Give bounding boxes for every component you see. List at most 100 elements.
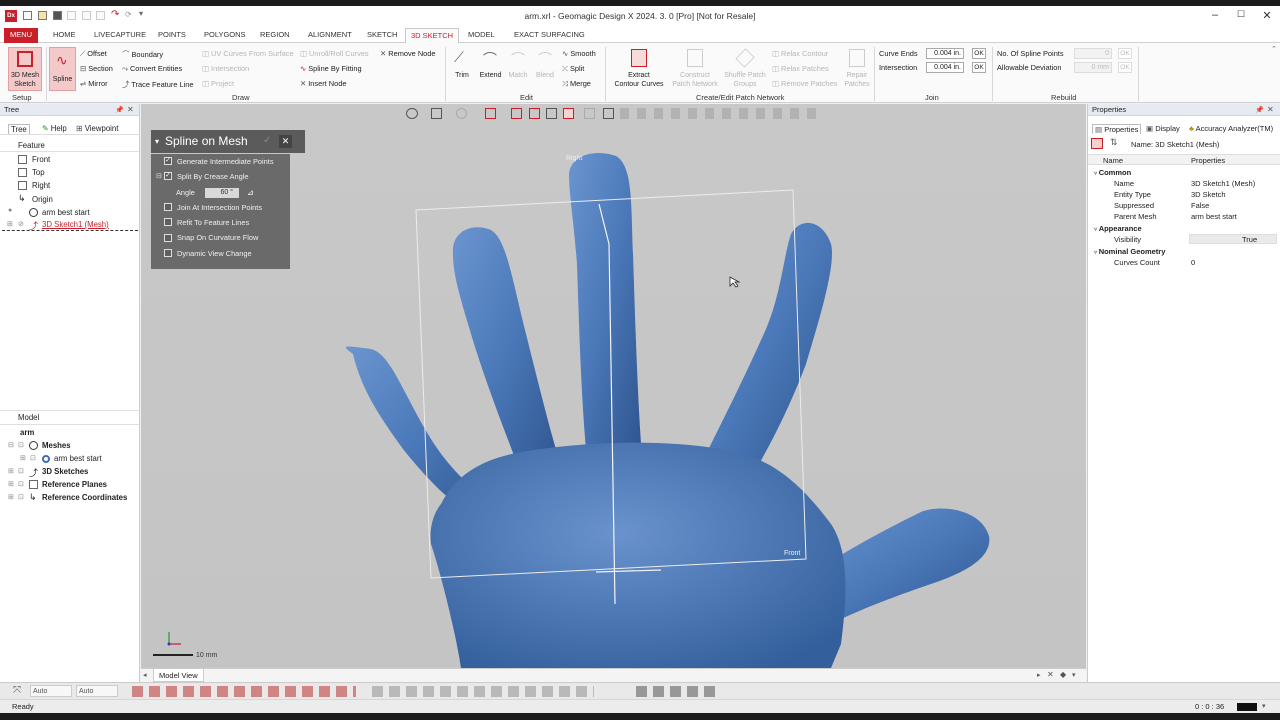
offset-button[interactable]: ⟋ Offset: [80, 49, 107, 59]
curve-ends-input[interactable]: 0.004 in.: [926, 48, 964, 59]
tab-model-view[interactable]: Model View: [153, 669, 204, 682]
option-snap-on-curvature-flow[interactable]: Snap On Curvature Flow: [151, 230, 290, 245]
collapse-icon[interactable]: ▾: [155, 130, 159, 153]
selection-mode-icon[interactable]: ⤧: [13, 685, 21, 696]
merge-button[interactable]: ⤨ Merge: [562, 79, 591, 89]
index-finger[interactable]: [706, 222, 832, 469]
tab-accuracy-analyzer[interactable]: ♣ Accuracy Analyzer(TM): [1189, 124, 1273, 133]
allowable-deviation-input[interactable]: 0 mm: [1074, 62, 1112, 73]
tab-menu[interactable]: MENU: [4, 28, 38, 43]
view-right-icon[interactable]: [546, 108, 557, 119]
ring-finger[interactable]: [452, 227, 559, 474]
tab-home[interactable]: HOME: [48, 28, 81, 43]
extend-button[interactable]: ⌒ Extend: [477, 49, 504, 87]
prop-val-suppressed[interactable]: False: [1191, 201, 1209, 210]
category-appearance[interactable]: ▿ Appearance: [1094, 224, 1142, 233]
extract-contour-curves-button[interactable]: Extract Contour Curves: [610, 47, 668, 91]
view-left-icon[interactable]: [529, 108, 540, 119]
option-refit-to-feature-lines[interactable]: Refit To Feature Lines: [151, 215, 290, 230]
tab-properties[interactable]: ▤ Properties: [1092, 124, 1142, 134]
close-icon[interactable]: ✕: [1257, 9, 1277, 22]
relax-patches-button[interactable]: ◫ Relax Patches: [772, 64, 829, 73]
categorized-view-icon[interactable]: [1091, 138, 1103, 149]
shuffle-patch-groups-button[interactable]: Shuffle Patch Groups: [721, 47, 769, 91]
checkbox-icon[interactable]: [164, 248, 172, 257]
remove-node-button[interactable]: ✕ Remove Node: [380, 49, 436, 58]
view-dropdown-icon[interactable]: ▾: [1072, 671, 1076, 679]
view-select-icon[interactable]: [406, 108, 418, 119]
pin-icon[interactable]: 📌: [115, 106, 124, 114]
spline-points-ok-button[interactable]: OK: [1118, 48, 1132, 59]
spline-button[interactable]: ∿ Spline: [49, 47, 76, 91]
panel-close-icon[interactable]: ✕: [279, 135, 292, 148]
checkbox-icon[interactable]: [164, 218, 172, 227]
allowable-deviation-ok-button[interactable]: OK: [1118, 62, 1132, 73]
tab-livecapture[interactable]: LIVECAPTURE: [89, 28, 151, 43]
selection-filter-1[interactable]: Auto: [30, 685, 72, 697]
remove-patches-button[interactable]: ◫ Remove Patches: [772, 79, 837, 88]
smooth-button[interactable]: ∿ Smooth: [562, 49, 596, 58]
checkbox-icon[interactable]: [164, 233, 172, 242]
close-view-icon[interactable]: ✕: [1047, 670, 1054, 679]
tab-display[interactable]: ▣ Display: [1146, 124, 1180, 133]
view-snap-tools[interactable]: [372, 686, 594, 697]
tab-3d-sketch[interactable]: 3D SKETCH: [405, 28, 460, 43]
display-tools[interactable]: [636, 686, 718, 697]
angle-input[interactable]: 60 °: [205, 187, 239, 198]
visibility-field[interactable]: True: [1189, 234, 1277, 244]
view-fit-icon[interactable]: [584, 108, 595, 119]
view-iso-icon[interactable]: [563, 108, 574, 119]
checkbox-checked-icon[interactable]: ✓: [164, 157, 172, 166]
tab-polygons[interactable]: POLYGONS: [199, 28, 251, 43]
view-options-icon[interactable]: ◆: [1060, 670, 1066, 679]
uv-curves-button[interactable]: ◫ UV Curves From Surface: [202, 49, 294, 58]
status-dropdown-icon[interactable]: ▾: [1262, 700, 1266, 713]
split-button[interactable]: ⤫ Split: [562, 64, 584, 74]
unroll-roll-curves-button[interactable]: ◫ Unroll/Roll Curves: [300, 49, 369, 58]
angle-picker-icon[interactable]: ⊿: [247, 185, 254, 200]
repair-patches-button[interactable]: Repair Patches: [842, 47, 872, 91]
relax-contour-button[interactable]: ◫ Relax Contour: [772, 49, 828, 58]
properties-close-icon[interactable]: ✕: [1267, 105, 1274, 114]
maximize-icon[interactable]: ☐: [1231, 9, 1251, 20]
scroll-right-icon[interactable]: ▸: [1037, 671, 1041, 679]
section-button[interactable]: ⊟ Section: [80, 64, 113, 73]
tab-points[interactable]: POINTS: [153, 28, 191, 43]
3d-mesh-sketch-button[interactable]: 3D Mesh Sketch: [8, 47, 42, 91]
option-dynamic-view-change[interactable]: Dynamic View Change: [151, 246, 290, 261]
trace-feature-line-button[interactable]: ⤴ Trace Feature Line: [122, 79, 193, 90]
tab-viewpoint[interactable]: ⊞ Viewpoint: [76, 124, 118, 133]
selection-filter-2[interactable]: Auto: [76, 685, 118, 697]
hand-mesh[interactable]: [345, 153, 990, 668]
blend-button[interactable]: ⌒ Blend: [534, 49, 556, 87]
insert-node-button[interactable]: ✕ Insert Node: [300, 79, 346, 88]
pin-icon[interactable]: 📌: [1255, 106, 1264, 114]
selection-tools[interactable]: [132, 686, 356, 697]
scroll-left-icon[interactable]: ◂: [143, 671, 147, 679]
tab-alignment[interactable]: ALIGNMENT: [303, 28, 357, 43]
category-common[interactable]: ▿ Common: [1094, 168, 1131, 177]
option-generate-intermediate-points[interactable]: ✓ Generate Intermediate Points: [151, 154, 290, 169]
tree-close-icon[interactable]: ✕: [127, 105, 134, 114]
view-rotate-icon[interactable]: [456, 108, 467, 119]
view-back-icon[interactable]: [511, 108, 522, 119]
spline-by-fitting-button[interactable]: ∿ Spline By Fitting: [300, 64, 362, 73]
trim-button[interactable]: ⟋ Trim: [451, 49, 473, 87]
match-button[interactable]: ⌒ Match: [507, 49, 529, 87]
intersection-tol-input[interactable]: 0.004 in.: [926, 62, 964, 73]
ribbon-collapse-icon[interactable]: ⌃: [1271, 45, 1277, 53]
spline-points-input[interactable]: 0: [1074, 48, 1112, 59]
ok-check-icon[interactable]: ✓: [263, 136, 274, 147]
collapse-small-icon[interactable]: ⊟: [156, 169, 162, 184]
minimize-icon[interactable]: –: [1205, 9, 1225, 21]
mirror-button[interactable]: ⇌ Mirror: [80, 79, 108, 88]
curve-ends-ok-button[interactable]: OK: [972, 48, 986, 59]
view-front-icon[interactable]: [485, 108, 496, 119]
intersection-button[interactable]: ◫ Intersection: [202, 64, 249, 73]
tab-sketch[interactable]: SKETCH: [362, 28, 402, 43]
sort-az-icon[interactable]: ⇅: [1110, 137, 1118, 148]
boundary-button[interactable]: ⌒ Boundary: [122, 49, 163, 60]
option-join-at-intersection-points[interactable]: Join At Intersection Points: [151, 200, 290, 215]
construct-patch-network-button[interactable]: Construct Patch Network: [670, 47, 720, 91]
checkbox-icon[interactable]: [164, 202, 172, 211]
